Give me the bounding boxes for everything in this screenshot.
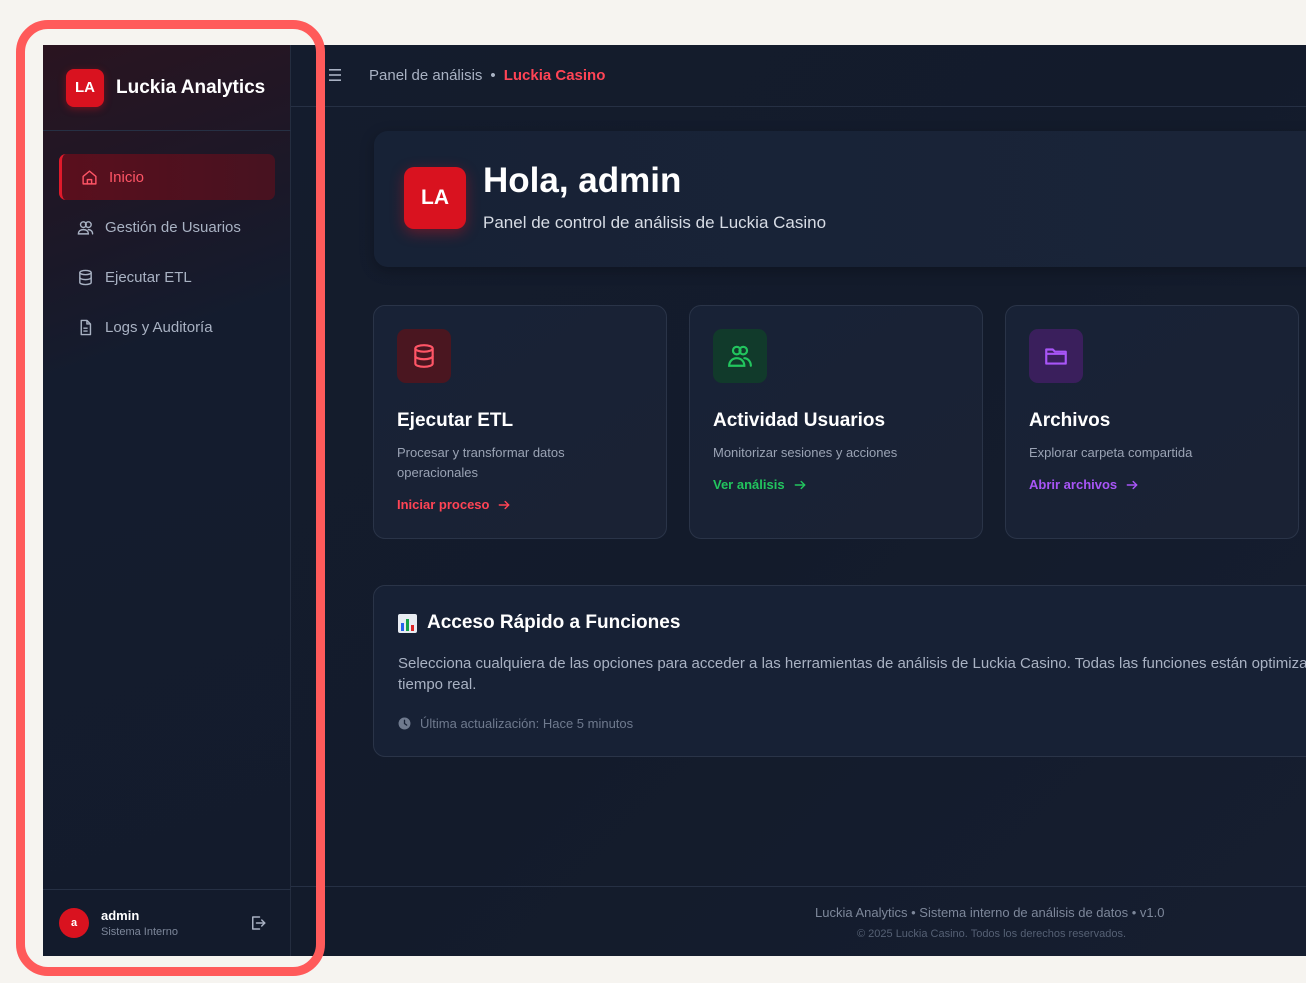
sidebar-item-label: Logs y Auditoría (105, 318, 213, 336)
sidebar-item-inicio[interactable]: Inicio (59, 154, 275, 200)
clock-icon (398, 717, 411, 730)
breadcrumb-current: Luckia Casino (503, 67, 606, 84)
sidebar-item-logs[interactable]: Logs y Auditoría (59, 304, 275, 350)
footer: Luckia Analytics • Sistema interno de an… (291, 886, 1306, 956)
avatar[interactable]: a (59, 908, 89, 938)
main-content: Panel de análisis • Luckia Casino LA Hol… (291, 45, 1306, 956)
users-icon (75, 217, 95, 237)
arrow-right-icon (1126, 480, 1138, 489)
link-label: Ver análisis (713, 477, 785, 492)
user-panel: a admin Sistema Interno (43, 889, 291, 956)
sidebar-item-usuarios[interactable]: Gestión de Usuarios (59, 204, 275, 250)
home-icon (79, 167, 99, 187)
app-window: LA Luckia Analytics Inicio Gestión de Us… (43, 45, 1306, 956)
footer-info: Luckia Analytics • Sistema interno de an… (815, 905, 1165, 920)
database-icon (397, 329, 451, 383)
view-analysis-link[interactable]: Ver análisis (713, 477, 807, 492)
card-title: Ejecutar ETL (397, 410, 514, 431)
folder-icon (1029, 329, 1083, 383)
sidebar: LA Luckia Analytics Inicio Gestión de Us… (43, 45, 291, 956)
users-icon (713, 329, 767, 383)
arrow-right-icon (794, 480, 805, 489)
start-process-link[interactable]: Iniciar proceso (397, 497, 511, 512)
user-name: admin (101, 908, 140, 923)
brand[interactable]: LA Luckia Analytics (43, 45, 291, 131)
brand-name: Luckia Analytics (116, 76, 266, 98)
card-actividad-usuarios[interactable]: Actividad Usuarios Monitorizar sesiones … (689, 305, 983, 539)
user-role: Sistema Interno (101, 926, 179, 938)
database-icon (75, 267, 95, 287)
quick-access-title-text: Acceso Rápido a Funciones (427, 612, 681, 633)
sidebar-item-label: Gestión de Usuarios (105, 218, 241, 236)
card-ejecutar-etl[interactable]: Ejecutar ETL Procesar y transformar dato… (373, 305, 667, 539)
breadcrumb-separator: • (490, 67, 496, 84)
quick-access-title: Acceso Rápido a Funciones (398, 612, 680, 634)
hero-logo: LA (404, 167, 466, 229)
link-label: Abrir archivos (1029, 477, 1118, 492)
card-description: Monitorizar sesiones y acciones (713, 445, 898, 460)
last-update-text: Última actualización: Hace 5 minutos (420, 716, 634, 731)
brand-logo: LA (66, 68, 104, 107)
footer-copyright: © 2025 Luckia Casino. Todos los derechos… (857, 928, 1127, 940)
page-title: Hola, admin (483, 161, 682, 200)
last-update: Última actualización: Hace 5 minutos (398, 716, 633, 731)
menu-icon[interactable] (329, 67, 343, 83)
card-title: Archivos (1029, 410, 1111, 431)
welcome-banner: LA Hola, admin Panel de control de análi… (374, 131, 1306, 267)
link-label: Iniciar proceso (397, 497, 490, 512)
topbar: Panel de análisis • Luckia Casino (291, 45, 1306, 107)
user-info: admin Sistema Interno (101, 908, 178, 938)
quick-access-description: Selecciona cualquiera de las opciones pa… (398, 655, 1306, 672)
page-subtitle: Panel de control de análisis de Luckia C… (483, 213, 827, 232)
bar-chart-icon (398, 613, 417, 633)
sidebar-item-label: Ejecutar ETL (105, 268, 192, 286)
card-description: Procesar y transformar datos operacional… (397, 445, 565, 480)
card-title: Actividad Usuarios (713, 410, 886, 431)
arrow-right-icon (499, 500, 510, 509)
file-text-icon (75, 317, 95, 337)
logout-icon[interactable] (249, 914, 269, 934)
breadcrumb-root[interactable]: Panel de análisis (369, 67, 482, 84)
breadcrumb: Panel de análisis • Luckia Casino (369, 67, 605, 84)
quick-access-description-cont: tiempo real. (398, 676, 477, 693)
sidebar-item-etl[interactable]: Ejecutar ETL (59, 254, 275, 300)
card-archivos[interactable]: Archivos Explorar carpeta compartida Abr… (1005, 305, 1299, 539)
card-description: Explorar carpeta compartida (1029, 445, 1193, 460)
open-files-link[interactable]: Abrir archivos (1029, 477, 1139, 492)
sidebar-nav: Inicio Gestión de Usuarios Ejecutar ETL … (59, 154, 275, 354)
quick-access-panel: Acceso Rápido a Funciones Selecciona cua… (373, 585, 1306, 757)
sidebar-item-label: Inicio (109, 168, 145, 186)
